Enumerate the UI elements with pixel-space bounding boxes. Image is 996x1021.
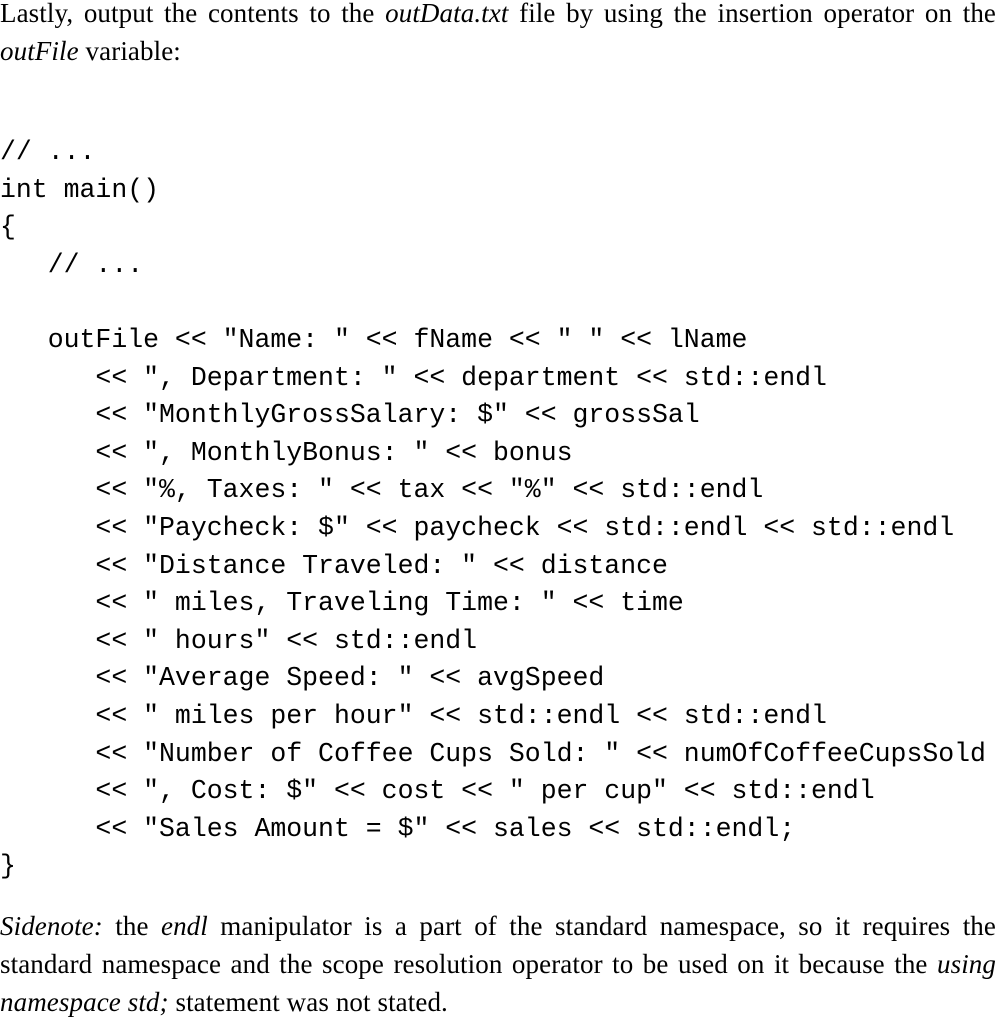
code-line: << "Number of Coffee Cups Sold: " << num… [0, 738, 986, 769]
code-line: << "Paycheck: $" << paycheck << std::end… [0, 512, 955, 543]
code-line: // ... [0, 137, 96, 167]
sidenote-term: endl [161, 911, 208, 941]
variable-name: outFile [0, 36, 79, 66]
code-line: outFile << "Name: " << fName << " " << l… [0, 324, 748, 355]
intro-text-end: variable: [78, 36, 181, 66]
code-line: << ", Cost: $" << cost << " per cup" << … [0, 776, 875, 807]
sidenote-label: Sidenote: [0, 911, 103, 941]
sidenote-text-3: statement was not stated. [168, 987, 448, 1017]
code-line: int main() [0, 174, 160, 205]
intro-text-start: Lastly, output the contents to the [0, 0, 386, 28]
sidenote-paragraph: Sidenote: the endl manipulator is a part… [0, 907, 996, 1021]
code-line: << " hours" << std::endl [0, 625, 478, 656]
code-line: } [0, 851, 16, 882]
code-line: << "MonthlyGrossSalary: $" << grossSal [0, 400, 700, 431]
file-name: outData.txt [385, 0, 509, 28]
code-line: << "Sales Amount = $" << sales << std::e… [0, 813, 796, 844]
code-line: << "Average Speed: " << avgSpeed [0, 663, 605, 694]
code-line: << ", Department: " << department << std… [0, 362, 827, 393]
intro-paragraph: Lastly, output the contents to the outDa… [0, 0, 996, 70]
code-line: << ", MonthlyBonus: " << bonus [0, 437, 573, 468]
code-line: // ... [0, 249, 144, 280]
intro-text-middle: file by using the insertion operator on … [508, 0, 996, 28]
code-line: << " miles per hour" << std::endl << std… [0, 700, 827, 731]
code-line: { [0, 212, 16, 243]
code-line: << "Distance Traveled: " << distance [0, 550, 668, 581]
sidenote-text-1: the [102, 911, 161, 941]
code-listing: // ... int main() { // ... outFile << "Nam… [0, 134, 986, 886]
code-line: << "%, Taxes: " << tax << "%" << std::en… [0, 475, 764, 506]
code-line: << " miles, Traveling Time: " << time [0, 588, 684, 619]
